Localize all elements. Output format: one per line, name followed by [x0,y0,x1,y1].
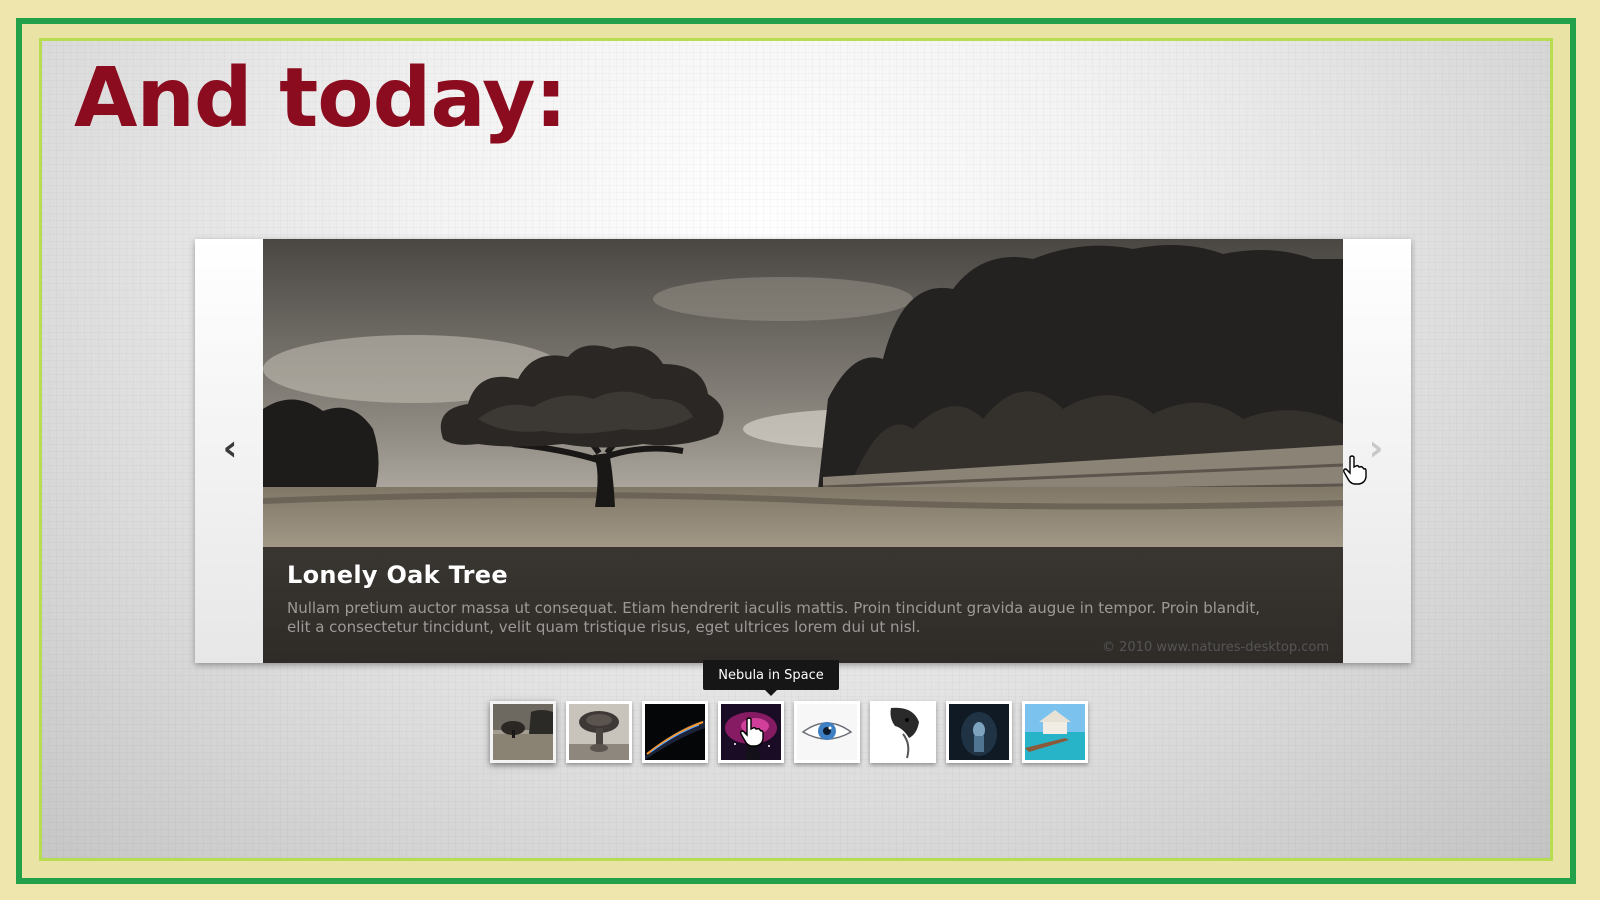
slide-image: Lonely Oak Tree Nullam pretium auctor ma… [263,239,1343,663]
nebula-thumbnail-image [721,704,781,760]
oak-tree-thumbnail-image [493,704,553,760]
slide-caption-description: Nullam pretium auctor massa ut consequat… [287,599,1260,636]
mushroom-cloud-thumbnail-image [569,704,629,760]
slide-caption: Lonely Oak Tree Nullam pretium auctor ma… [263,547,1343,663]
image-slider: ‹ Lonely Oak Tree Nullam pretium auctor … [195,239,1411,663]
next-arrow-button[interactable]: › [1361,429,1391,469]
thumbnail-dark-figure[interactable] [946,701,1012,763]
eye-thumbnail-image [797,704,857,760]
thumbnail-strip [490,701,1088,765]
dark-figure-thumbnail-image [949,704,1009,760]
prev-arrow-button[interactable]: ‹ [215,429,245,469]
thumbnail-face-sketch[interactable] [870,701,936,763]
slide-title: And today: [74,51,567,146]
thumbnail-tooltip: Nebula in Space [703,660,839,696]
slide-frame-outer: And today: ‹ Lonely Oak Tree Nullam pret… [16,18,1576,884]
planet-horizon-thumbnail-image [645,704,705,760]
slide-frame-inner: And today: ‹ Lonely Oak Tree Nullam pret… [39,38,1553,861]
thumbnail-oak-tree[interactable] [490,701,556,763]
chevron-right-icon: › [1368,428,1384,469]
thumbnail-eye[interactable] [794,701,860,763]
thumbnail-beach-hut[interactable] [1022,701,1088,763]
thumbnail-planet-horizon[interactable] [642,701,708,763]
thumbnail-mushroom-cloud[interactable] [566,701,632,763]
beach-hut-thumbnail-image [1025,704,1085,760]
slide-caption-title: Lonely Oak Tree [287,561,508,589]
photo-credit: © 2010 www.natures-desktop.com [1102,640,1329,655]
face-sketch-thumbnail-image [873,704,933,760]
thumbnail-nebula[interactable] [718,701,784,763]
chevron-left-icon: ‹ [222,428,238,469]
